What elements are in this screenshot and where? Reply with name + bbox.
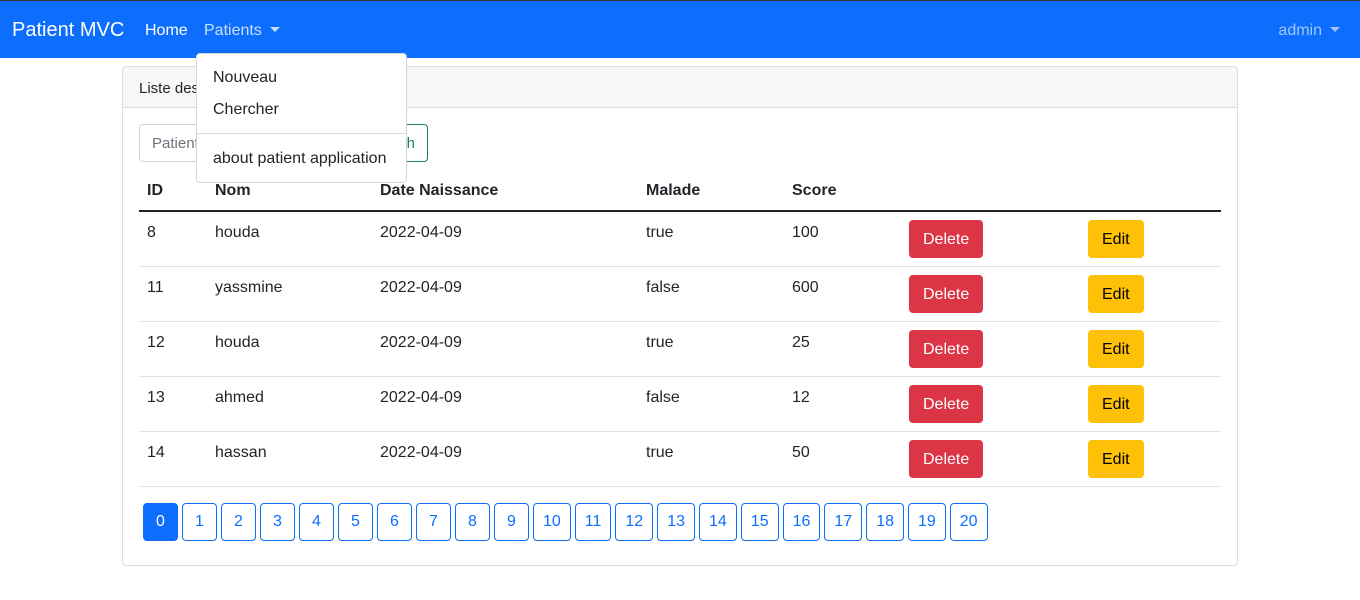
page-link-12[interactable]: 12 — [615, 503, 654, 541]
page-link-2[interactable]: 2 — [221, 503, 256, 541]
page-link-0[interactable]: 0 — [143, 503, 178, 541]
edit-button[interactable]: Edit — [1088, 329, 1144, 368]
patients-dropdown-menu: Nouveau Chercher about patient applicati… — [196, 53, 407, 183]
cell-malade: true — [638, 321, 784, 377]
caret-down-icon — [1330, 27, 1340, 32]
cell-edit: Edit — [1080, 321, 1221, 377]
table-row: 12 houda 2022-04-09 true 25 Delete Edit — [139, 321, 1221, 377]
caret-down-icon — [269, 27, 280, 32]
pagination: 0 1 2 3 4 5 6 7 8 9 10 11 12 13 14 15 16… — [143, 503, 988, 541]
cell-date: 2022-04-09 — [372, 431, 638, 487]
delete-button[interactable]: Delete — [909, 439, 984, 478]
cell-delete: Delete — [901, 211, 1080, 267]
cell-id: 14 — [139, 431, 207, 487]
dropdown-divider — [197, 133, 406, 134]
cell-edit: Edit — [1080, 376, 1221, 432]
cell-malade: false — [638, 266, 784, 322]
cell-nom: houda — [207, 211, 372, 267]
table-row: 13 ahmed 2022-04-09 false 12 Delete Edit — [139, 376, 1221, 432]
brand-link[interactable]: Patient MVC — [12, 19, 124, 42]
cell-delete: Delete — [901, 431, 1080, 487]
page-link-13[interactable]: 13 — [657, 503, 695, 541]
cell-delete: Delete — [901, 321, 1080, 377]
delete-button[interactable]: Delete — [909, 274, 984, 313]
page-link-6[interactable]: 6 — [377, 503, 412, 541]
delete-button[interactable]: Delete — [909, 329, 984, 368]
delete-button[interactable]: Delete — [909, 219, 984, 258]
cell-delete: Delete — [901, 376, 1080, 432]
cell-date: 2022-04-09 — [372, 211, 638, 267]
cell-nom: houda — [207, 321, 372, 377]
page-link-19[interactable]: 19 — [907, 503, 946, 541]
cell-nom: yassmine — [207, 266, 372, 322]
edit-button[interactable]: Edit — [1088, 219, 1144, 258]
cell-date: 2022-04-09 — [372, 266, 638, 322]
page-link-20[interactable]: 20 — [949, 503, 988, 541]
cell-nom: ahmed — [207, 376, 372, 432]
nav-user-label: admin — [1278, 22, 1322, 39]
edit-button[interactable]: Edit — [1088, 274, 1144, 313]
nav-patients-dropdown[interactable]: Patients — [204, 22, 280, 40]
nav-home[interactable]: Home — [145, 22, 188, 40]
page-link-15[interactable]: 15 — [740, 503, 779, 541]
cell-score: 100 — [784, 211, 901, 267]
dropdown-item-chercher[interactable]: Chercher — [213, 101, 279, 119]
cell-malade: true — [638, 211, 784, 267]
cell-id: 11 — [139, 266, 207, 322]
table-row: 14 hassan 2022-04-09 true 50 Delete Edit — [139, 431, 1221, 487]
page-link-18[interactable]: 18 — [866, 503, 904, 541]
table-row: 11 yassmine 2022-04-09 false 600 Delete … — [139, 266, 1221, 322]
cell-malade: true — [638, 431, 784, 487]
cell-date: 2022-04-09 — [372, 376, 638, 432]
table-row: 8 houda 2022-04-09 true 100 Delete Edit — [139, 211, 1221, 267]
column-header-delete — [901, 172, 1080, 212]
page-link-4[interactable]: 4 — [299, 503, 334, 541]
delete-button[interactable]: Delete — [909, 384, 984, 423]
page-link-7[interactable]: 7 — [416, 503, 451, 541]
nav-patients-label: Patients — [204, 22, 262, 39]
page-link-5[interactable]: 5 — [338, 503, 373, 541]
page-link-11[interactable]: 11 — [574, 503, 612, 541]
page-link-8[interactable]: 8 — [455, 503, 490, 541]
page-link-9[interactable]: 9 — [494, 503, 529, 541]
page-link-10[interactable]: 10 — [533, 503, 571, 541]
nav-user-dropdown[interactable]: admin — [1278, 22, 1340, 40]
cell-id: 8 — [139, 211, 207, 267]
cell-score: 25 — [784, 321, 901, 377]
cell-edit: Edit — [1080, 431, 1221, 487]
cell-malade: false — [638, 376, 784, 432]
cell-nom: hassan — [207, 431, 372, 487]
page-link-14[interactable]: 14 — [699, 503, 737, 541]
cell-edit: Edit — [1080, 266, 1221, 322]
dropdown-item-about[interactable]: about patient application — [213, 150, 386, 168]
page-link-1[interactable]: 1 — [182, 503, 217, 541]
cell-delete: Delete — [901, 266, 1080, 322]
patients-table: ID Nom Date Naissance Malade Score 8 hou… — [139, 172, 1221, 487]
column-header-edit — [1080, 172, 1221, 212]
column-header-score: Score — [784, 172, 901, 212]
cell-score: 600 — [784, 266, 901, 322]
cell-score: 50 — [784, 431, 901, 487]
page-link-16[interactable]: 16 — [782, 503, 821, 541]
page-link-3[interactable]: 3 — [260, 503, 295, 541]
cell-edit: Edit — [1080, 211, 1221, 267]
navbar: Patient MVC Home Patients admin — [0, 0, 1360, 58]
cell-score: 12 — [784, 376, 901, 432]
cell-id: 12 — [139, 321, 207, 377]
cell-id: 13 — [139, 376, 207, 432]
page-link-17[interactable]: 17 — [824, 503, 863, 541]
column-header-malade: Malade — [638, 172, 784, 212]
edit-button[interactable]: Edit — [1088, 439, 1144, 478]
column-header-date: Date Naissance — [372, 172, 638, 212]
card-header-title: Liste des — [139, 80, 200, 97]
edit-button[interactable]: Edit — [1088, 384, 1144, 423]
dropdown-item-nouveau[interactable]: Nouveau — [213, 69, 277, 87]
cell-date: 2022-04-09 — [372, 321, 638, 377]
